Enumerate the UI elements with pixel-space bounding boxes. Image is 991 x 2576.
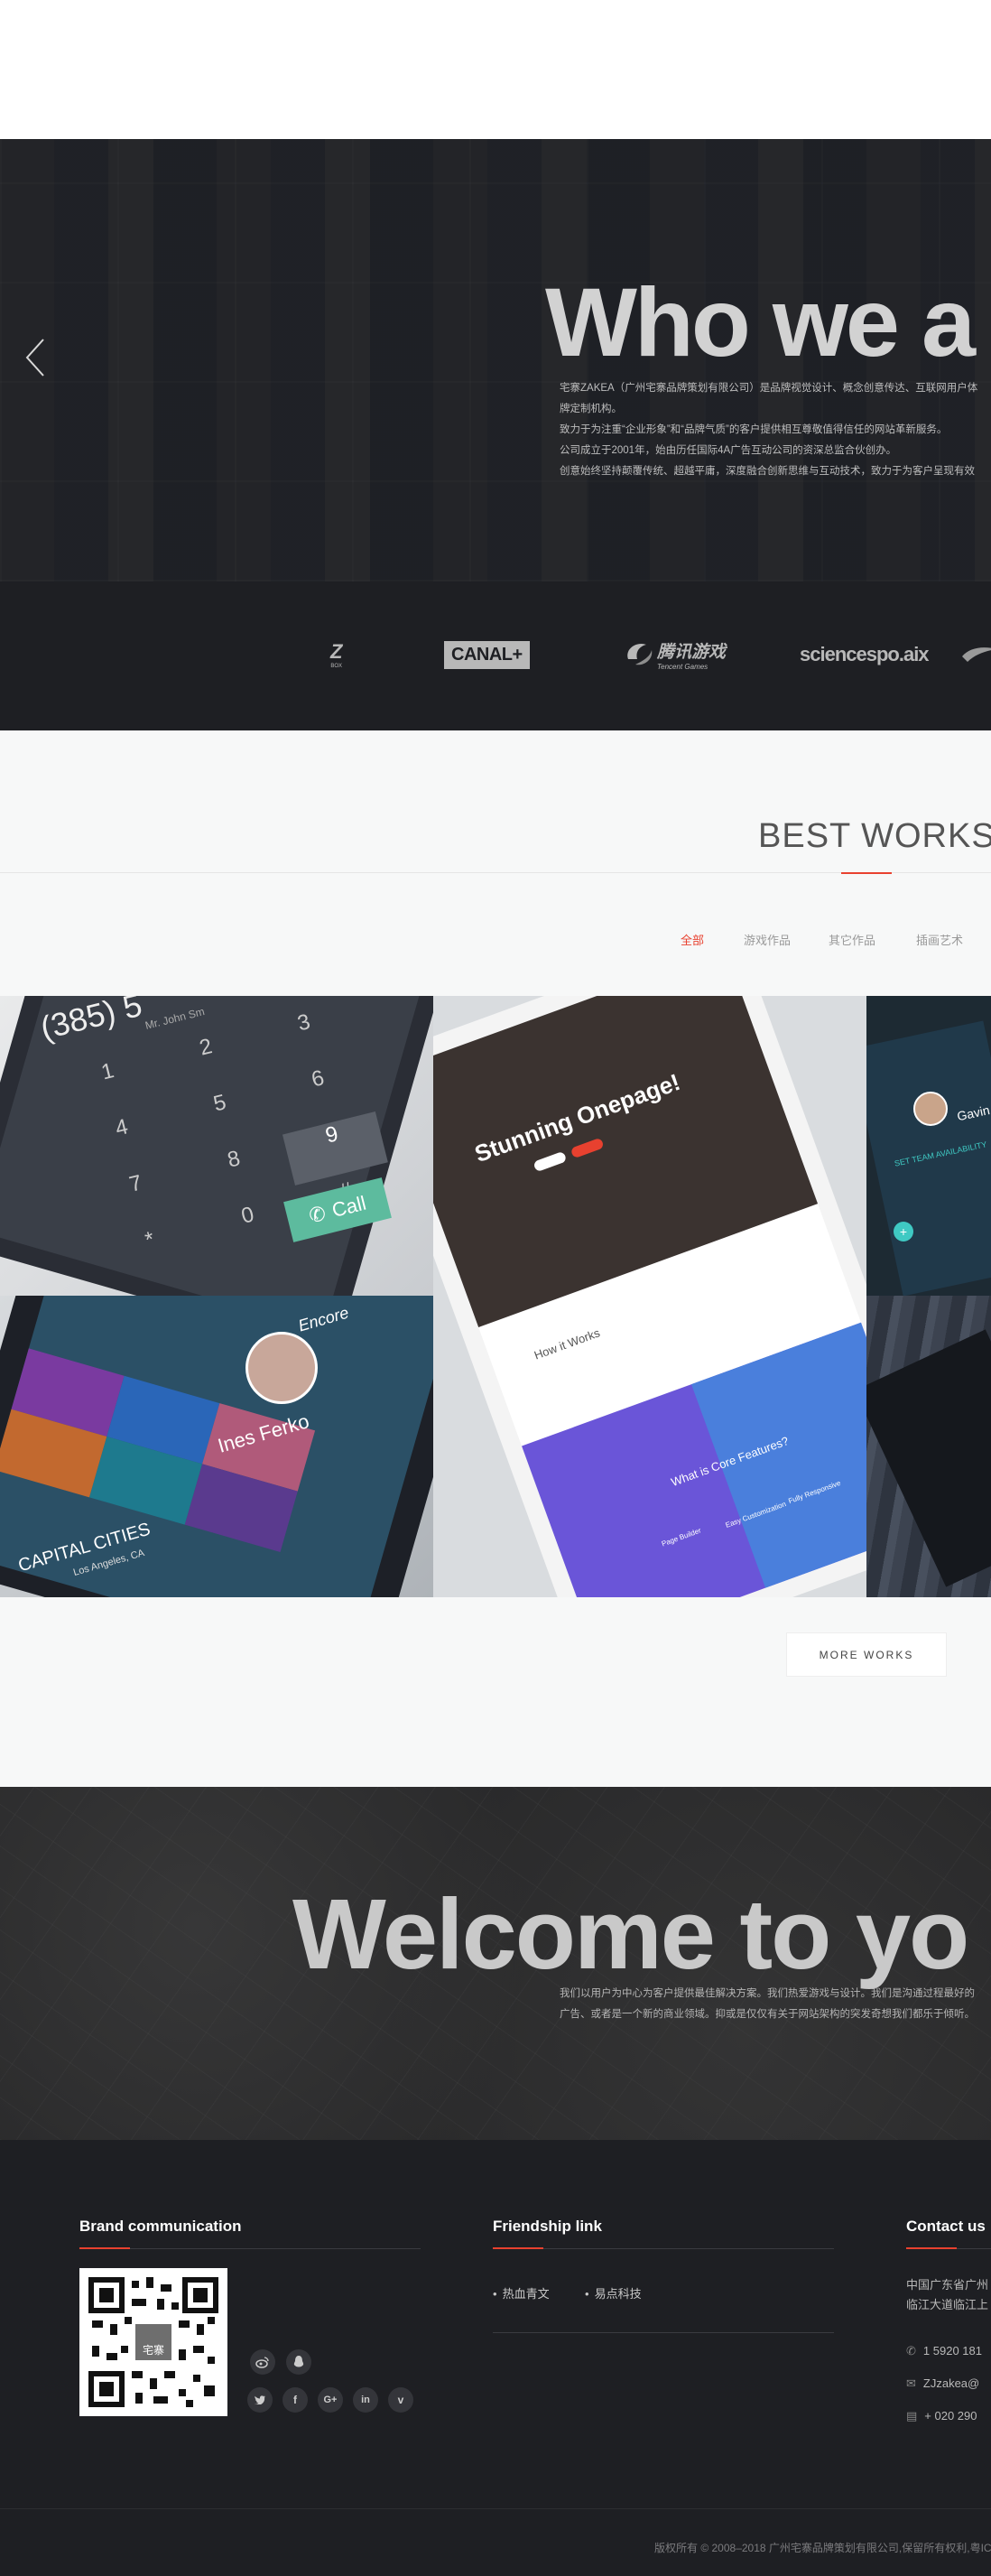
client-logo-tencent-cn: 腾讯游戏 bbox=[657, 643, 727, 662]
work-tile-wood-desk[interactable] bbox=[866, 1296, 991, 1597]
work-tile-team-app[interactable]: Gavin Sl SET TEAM AVAILABILITY + bbox=[866, 996, 991, 1296]
fax-contact: ▤ + 020 290 bbox=[906, 2409, 977, 2423]
fax-value: + 020 290 bbox=[924, 2409, 977, 2423]
client-logo-tencent-en: Tencent Games bbox=[657, 663, 709, 671]
client-logo-sciencespo-text: sciencespo.aix bbox=[800, 643, 930, 665]
facebook-icon[interactable]: f bbox=[282, 2387, 308, 2413]
top-header bbox=[0, 0, 991, 139]
work-tile-onepage[interactable]: Stunning Onepage! How it Works What is C… bbox=[433, 996, 866, 1597]
phone-icon: ✆ bbox=[306, 1201, 329, 1228]
hero-line: 创意始终坚持颠覆传统、超越平庸，深度融合创新思维与互动技术，致力于为客户呈现有效 bbox=[560, 466, 975, 477]
hero-line: 宅寨ZAKEA（广州宅寨品牌策划有限公司）是品牌视觉设计、概念创意传达、互联网用… bbox=[560, 383, 978, 394]
call-label: Call bbox=[329, 1191, 369, 1223]
prev-arrow-icon[interactable] bbox=[23, 338, 47, 377]
client-logo-tencent-text: 腾讯游戏 Tencent Games bbox=[657, 638, 726, 671]
phone-contact: ✆ 1 5920 181 bbox=[906, 2344, 982, 2358]
works-grid: (385) 5 Mr. John Sm 1 2 3 4 5 6 7 8 9 * … bbox=[0, 996, 991, 1597]
client-logo-sciencespo: sciencespo.aix bbox=[800, 636, 930, 674]
friend-link-1[interactable]: • 热血青文 bbox=[493, 2284, 550, 2302]
contact-heading: Contact us bbox=[906, 2218, 986, 2235]
friend-link-label: 易点科技 bbox=[594, 2287, 642, 2301]
work-tile-phone-dialer[interactable]: (385) 5 Mr. John Sm 1 2 3 4 5 6 7 8 9 * … bbox=[0, 996, 433, 1296]
welcome-description: 我们以用户为中心为客户提供最佳解决方案。我们热爱游戏与设计。我们是沟通过程最好的… bbox=[560, 1984, 991, 2025]
hero-line: 公司成立于2001年，始由历任国际4A广告互动公司的资深总监合伙创办。 bbox=[560, 445, 897, 456]
friend-link-label: 热血青文 bbox=[502, 2287, 550, 2301]
brand-accent bbox=[79, 2247, 130, 2249]
friends-accent bbox=[493, 2247, 543, 2249]
team-add-icon: + bbox=[894, 1222, 913, 1242]
bullet-icon: • bbox=[493, 2287, 497, 2301]
works-title: BEST WORKS bbox=[758, 817, 991, 855]
client-logo-z-mark: Z bbox=[330, 640, 343, 663]
filter-games[interactable]: 游戏作品 bbox=[744, 931, 791, 948]
hero-banner: Who we a 宅寨ZAKEA（广州宅寨品牌策划有限公司）是品牌视觉设计、概念… bbox=[0, 139, 991, 581]
client-logo-canal: CANAL+ bbox=[444, 636, 530, 674]
client-logos: Z BOX CANAL+ 腾讯游戏 Tencent Games sciences… bbox=[0, 581, 991, 730]
client-logo-partial bbox=[960, 636, 991, 674]
contact-accent bbox=[906, 2247, 957, 2249]
copyright-text: 版权所有 © 2008–2018 广州宅寨品牌策划有限公司,保留所有权利,粤IC… bbox=[654, 2542, 991, 2554]
more-works-button[interactable]: MORE WORKS bbox=[786, 1632, 947, 1677]
friends-heading: Friendship link bbox=[493, 2218, 602, 2235]
address-line: 中国广东省广州 bbox=[906, 2278, 989, 2292]
email-contact[interactable]: ✉ ZJzakea@ bbox=[906, 2376, 979, 2391]
welcome-line: 我们以用户为中心为客户提供最佳解决方案。我们热爱游戏与设计。我们是沟通过程最好的 bbox=[560, 1988, 975, 1999]
footer-divider bbox=[0, 2508, 991, 2509]
address-line: 临江大道临江上 bbox=[906, 2298, 989, 2311]
client-logo-z: Z BOX bbox=[330, 636, 342, 674]
bullet-icon: • bbox=[585, 2287, 589, 2301]
fax-icon: ▤ bbox=[906, 2409, 918, 2423]
team-avatar bbox=[913, 1092, 948, 1126]
vimeo-icon[interactable]: v bbox=[388, 2387, 413, 2413]
work-tile-music-app[interactable]: Encore Ines Ferko CAPITAL CITIES Los Ang… bbox=[0, 1296, 433, 1597]
email-value: ZJzakea@ bbox=[922, 2376, 980, 2390]
friend-link-2[interactable]: • 易点科技 bbox=[585, 2284, 642, 2302]
qq-icon[interactable] bbox=[286, 2349, 311, 2375]
filter-all[interactable]: 全部 bbox=[681, 931, 704, 948]
client-logo-z-sub: BOX bbox=[330, 664, 343, 669]
qr-code: 宅寨 bbox=[79, 2268, 227, 2416]
works-title-accent bbox=[841, 872, 892, 874]
footer: Brand communication 宅寨 f G+ in v Friends… bbox=[0, 2140, 991, 2576]
hero-description: 宅寨ZAKEA（广州宅寨品牌策划有限公司）是品牌视觉设计、概念创意传达、互联网用… bbox=[560, 378, 991, 482]
google-plus-icon[interactable]: G+ bbox=[318, 2387, 343, 2413]
brand-rule bbox=[79, 2248, 421, 2249]
filter-other[interactable]: 其它作品 bbox=[829, 931, 875, 948]
hero-line: 致力于为注重“企业形象”和“品牌气质”的客户提供相互尊敬值得信任的网站革新服务。 bbox=[560, 424, 948, 435]
friends-rule bbox=[493, 2248, 834, 2249]
hero-title: Who we a bbox=[545, 267, 976, 377]
filter-illustration[interactable]: 插画艺术 bbox=[916, 931, 963, 948]
phone-icon: ✆ bbox=[906, 2344, 916, 2357]
brand-heading: Brand communication bbox=[79, 2218, 242, 2235]
welcome-title: Welcome to yo bbox=[292, 1879, 969, 1990]
linkedin-icon[interactable]: in bbox=[353, 2387, 378, 2413]
friends-bottom-rule bbox=[493, 2332, 834, 2333]
welcome-line: 广告、或者是一个新的商业领域。抑或是仅仅有关于网站架构的突发奇想我们都乐于倾听。 bbox=[560, 2009, 975, 2020]
qr-center-label: 宅寨 bbox=[142, 2344, 164, 2357]
twitter-icon[interactable] bbox=[247, 2387, 273, 2413]
tencent-games-icon bbox=[627, 643, 653, 665]
wing-logo-icon bbox=[962, 647, 991, 662]
client-logo-tencent: 腾讯游戏 Tencent Games bbox=[625, 636, 726, 674]
tablet-device bbox=[866, 1329, 991, 1587]
client-logo-canal-text: CANAL+ bbox=[444, 640, 530, 669]
hero-line: 牌定制机构。 bbox=[560, 404, 622, 414]
weibo-icon[interactable] bbox=[250, 2349, 275, 2375]
welcome-banner: Welcome to yo 我们以用户为中心为客户提供最佳解决方案。我们热爱游戏… bbox=[0, 1787, 991, 2140]
artist-avatar bbox=[245, 1332, 318, 1404]
phone-value: 1 5920 181 bbox=[922, 2344, 982, 2357]
envelope-icon: ✉ bbox=[906, 2376, 916, 2390]
